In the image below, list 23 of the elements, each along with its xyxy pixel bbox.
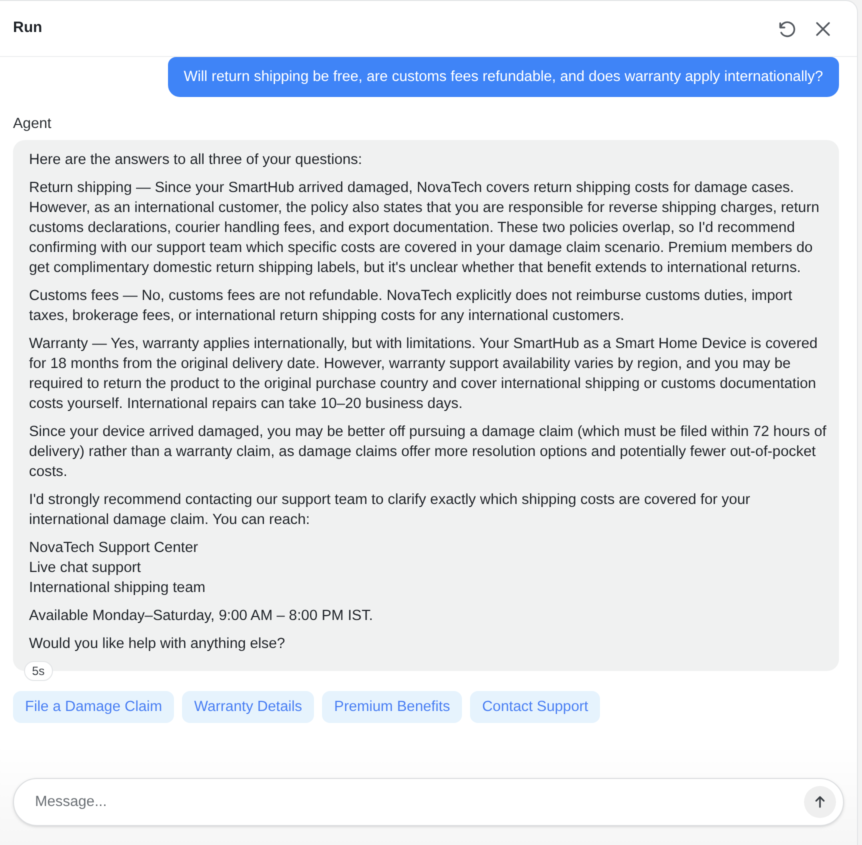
refresh-icon[interactable] [778, 20, 796, 38]
message-paragraph: Since your device arrived damaged, you may be better off pursuing a damage claim (which must be filed within 72 hours of delivery) rather than a warranty claim, as damage claims offer more resolution options and potentially fewer out-of-pocket costs. [29, 423, 827, 482]
contact-line: International shipping team [29, 579, 206, 598]
arrow-up-icon [815, 796, 825, 808]
sender-label: Agent [13, 115, 52, 134]
message-field[interactable]: Message... [13, 778, 844, 826]
message-paragraph: Customs fees — No, customs fees are not refundable. NovaTech explicitly does not reimburse customs duties, import taxes, brokerage fees, or international return shipping costs for any international customers. [29, 287, 794, 326]
user-message-bubble: Will return shipping be free, are customs fees refundable, and does warranty apply internationally? [168, 57, 839, 97]
suggestion-button[interactable]: Contact Support [470, 691, 600, 723]
message-paragraph: Would you like help with anything else? [29, 635, 286, 654]
contact-line: Live chat support [29, 559, 141, 578]
panel-title: Run [13, 18, 42, 38]
duration-badge: 5s [24, 661, 53, 681]
message-paragraph: Here are the answers to all three of your questions: [29, 151, 364, 170]
contact-line: NovaTech Support Center [29, 539, 198, 558]
close-icon[interactable] [816, 22, 830, 36]
message-paragraph: I'd strongly recommend contacting our support team to clarify exactly which shipping costs are covered for your international damage claim. You can reach: [29, 491, 752, 530]
message-paragraph: Available Monday–Saturday, 9:00 AM – 8:00 PM IST. [29, 607, 374, 626]
message-paragraph: Warranty — Yes, warranty applies internationally, but with limitations. Your SmartHub as a Smart Home Device is covered for 18 months from the original delivery date. However, warranty support availability varies by region, and you may be required to return the product to the original purchase country and cover international shipping or customs documentation costs yourself. International repairs can take 10–20 business days. [29, 335, 819, 414]
suggestion-button[interactable]: Warranty Details [182, 691, 314, 723]
suggestion-button[interactable]: Premium Benefits [322, 691, 462, 723]
message-paragraph: Return shipping — Since your SmartHub arrived damaged, NovaTech covers return shipping costs for damage cases. However, as an international customer, the policy also states that you are responsible for reverse shipping charges, return customs declarations, courier handling fees, and export documentation. These two policies overlap, so I'd recommend confirming with our support team which specific costs are covered in your damage claim scenario. Premium members do get complimentary domestic return shipping labels, but it's unclear whether that benefit extends to international returns. [29, 179, 820, 278]
suggestion-button[interactable]: File a Damage Claim [13, 691, 174, 723]
